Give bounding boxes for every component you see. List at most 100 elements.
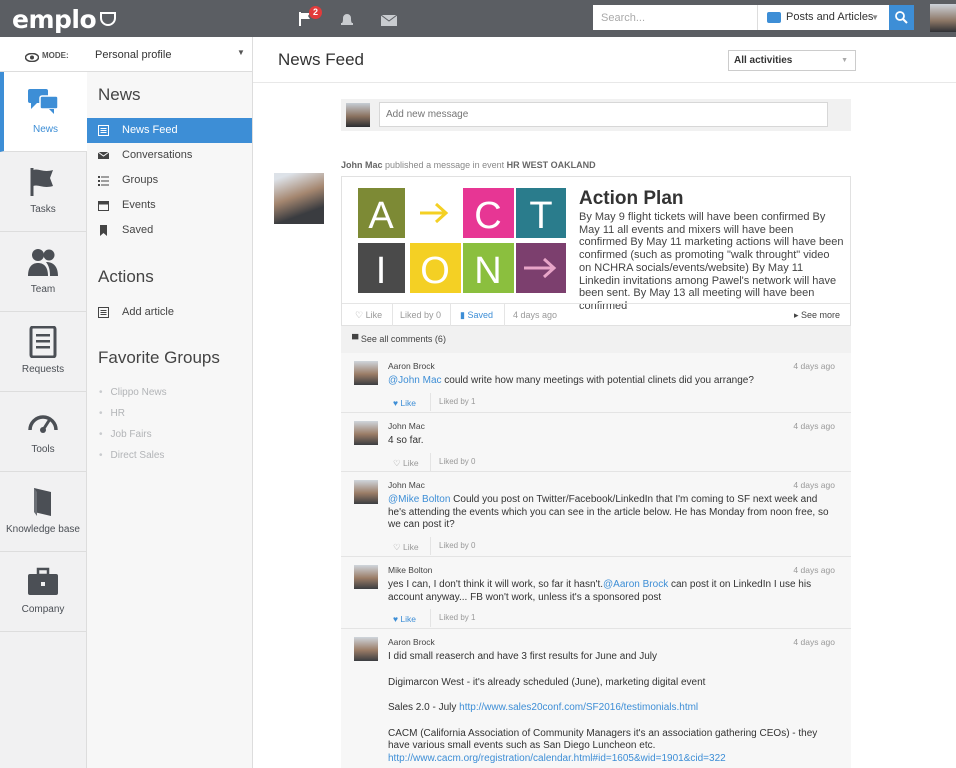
post-body: By May 9 flight tickets will have been c…: [579, 211, 844, 312]
see-all-comments-link[interactable]: ▀ See all comments (6): [341, 326, 851, 353]
notification-count-badge: 2: [309, 6, 322, 19]
mention-link[interactable]: @Aaron Brock: [603, 579, 668, 590]
avatar[interactable]: [354, 361, 378, 385]
liked-by-count[interactable]: Liked by 1: [430, 393, 475, 411]
mode-label: MODE:: [42, 51, 69, 60]
favorite-group-item[interactable]: Job Fairs: [99, 429, 152, 440]
liked-by-count[interactable]: Liked by 0: [430, 453, 475, 471]
avatar[interactable]: [354, 421, 378, 445]
external-link[interactable]: http://www.cacm.org/registration/calenda…: [388, 753, 726, 764]
briefcase-icon: [28, 567, 58, 595]
liked-by-count[interactable]: Liked by 1: [430, 609, 475, 627]
comment-icon: ▀: [352, 334, 359, 344]
bell-icon[interactable]: [339, 11, 355, 32]
gauge-icon: [28, 415, 58, 433]
mention-link[interactable]: @Mike Bolton: [388, 494, 450, 505]
image-letter-a: A: [368, 195, 394, 237]
subnav-item-groups[interactable]: Groups: [87, 168, 252, 193]
action-plan-image[interactable]: A C T I O N: [358, 188, 566, 293]
post-event[interactable]: HR WEST OAKLAND: [507, 160, 596, 170]
favorite-group-item[interactable]: Direct Sales: [99, 450, 165, 461]
rail-item-team[interactable]: Team: [0, 232, 86, 312]
envelope-icon: [98, 151, 109, 159]
like-button[interactable]: ♡ Like: [355, 310, 382, 321]
like-button[interactable]: ♡ Like: [393, 458, 419, 469]
liked-by-count[interactable]: Liked by 0: [400, 310, 441, 320]
post-header: John Mac published a message in event HR…: [341, 160, 596, 170]
news-feed-main: News Feed All activities ▼ John Mac publ…: [253, 37, 956, 768]
divider: [392, 304, 393, 326]
mention-link[interactable]: @John Mac: [388, 375, 442, 386]
divider: [253, 82, 956, 83]
list-icon: [98, 176, 109, 186]
comment: John Mac 4 days ago 4 so far. ♡ Like Lik…: [341, 413, 851, 472]
liked-by-count[interactable]: Liked by 0: [430, 537, 475, 555]
envelope-icon[interactable]: [380, 13, 398, 31]
comment-author[interactable]: Aaron Brock: [388, 361, 435, 371]
page-title: News Feed: [278, 50, 364, 69]
comment: John Mac 4 days ago @Mike Bolton Could y…: [341, 472, 851, 557]
subnav-item-saved[interactable]: Saved: [87, 218, 252, 243]
favorite-groups-title: Favorite Groups: [98, 348, 220, 367]
avatar[interactable]: [274, 173, 324, 224]
comment-time: 4 days ago: [793, 637, 835, 647]
activity-filter-select[interactable]: All activities ▼: [728, 50, 856, 71]
comment: Aaron Brock 4 days ago @John Mac could w…: [341, 353, 851, 413]
rail-item-company[interactable]: Company: [0, 552, 86, 632]
avatar[interactable]: [354, 480, 378, 504]
bookmark-icon: [100, 225, 107, 236]
image-letter-i: I: [376, 250, 387, 292]
subnav-item-conversations[interactable]: Conversations: [87, 143, 252, 168]
rail-item-requests[interactable]: Requests: [0, 312, 86, 392]
subnav-item-news-feed[interactable]: News Feed: [87, 118, 252, 143]
eye-icon: [24, 49, 40, 67]
avatar[interactable]: [354, 637, 378, 661]
mode-selector[interactable]: MODE: Personal profile ▼: [0, 37, 253, 72]
chevron-down-icon: ▼: [841, 57, 848, 64]
chevron-down-icon: ▼: [871, 13, 879, 22]
post-time: 4 days ago: [513, 310, 558, 320]
search-button[interactable]: [889, 5, 914, 30]
like-button[interactable]: ♥ Like: [393, 398, 416, 408]
subnav-item-add-article[interactable]: Add article: [87, 300, 252, 325]
comment-author[interactable]: Mike Bolton: [388, 565, 432, 575]
comment-author[interactable]: Aaron Brock: [388, 637, 435, 647]
comment-text: 4 so far.: [388, 435, 424, 446]
rail-item-news[interactable]: News: [0, 72, 87, 152]
post-title[interactable]: Action Plan: [579, 188, 684, 210]
see-more-link[interactable]: ▸ See more: [794, 310, 840, 321]
new-message-input[interactable]: [379, 102, 828, 127]
rail-item-tools[interactable]: Tools: [0, 392, 86, 472]
image-letter-t: T: [529, 195, 552, 237]
rail-item-tasks[interactable]: Tasks: [0, 152, 86, 232]
rail-item-knowledge-base[interactable]: Knowledge base: [0, 472, 86, 552]
comment-time: 4 days ago: [793, 361, 835, 371]
subnav-item-events[interactable]: Events: [87, 193, 252, 218]
post-author[interactable]: John Mac: [341, 160, 383, 170]
comment-author[interactable]: John Mac: [388, 421, 425, 431]
search-scope-select[interactable]: Posts and Articles ▼: [757, 5, 889, 30]
message-composer: [341, 99, 851, 131]
avatar[interactable]: [354, 565, 378, 589]
calendar-icon: [98, 201, 109, 211]
people-icon: [28, 249, 58, 276]
favorite-group-item[interactable]: Clippo News: [99, 387, 167, 398]
saved-button[interactable]: ▮ Saved: [460, 310, 493, 321]
external-link[interactable]: http://www.sales20conf.com/SF2016/testim…: [459, 702, 698, 713]
like-button[interactable]: ♥ Like: [393, 614, 416, 624]
emplo-logo[interactable]: emplo: [12, 5, 117, 34]
article-icon: [98, 307, 109, 318]
favorite-group-item[interactable]: HR: [99, 408, 125, 419]
main-navigation-rail: News Tasks Team Requests Tools Knowledge…: [0, 72, 87, 768]
divider: [504, 304, 505, 326]
comment-text: @Mike Bolton Could you post on Twitter/F…: [388, 494, 829, 531]
comment-text: @John Mac could write how many meetings …: [388, 375, 754, 386]
actions-section-title: Actions: [98, 267, 154, 286]
comment-author[interactable]: John Mac: [388, 480, 425, 490]
user-avatar[interactable]: [930, 4, 956, 32]
comment: Mike Bolton 4 days ago yes I can, I don'…: [341, 557, 851, 629]
search-input[interactable]: [593, 5, 757, 30]
like-button[interactable]: ♡ Like: [393, 542, 419, 553]
avatar: [346, 103, 370, 127]
image-letter-o: O: [420, 250, 450, 292]
